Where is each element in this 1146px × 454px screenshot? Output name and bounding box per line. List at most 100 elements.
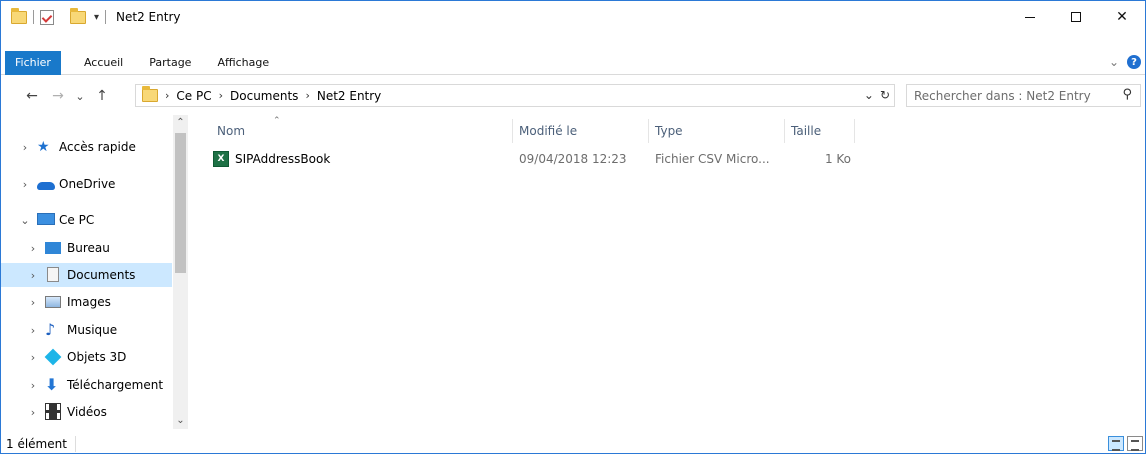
details-view-icon[interactable] <box>1108 436 1124 451</box>
column-header-nom[interactable]: ⌃ Nom <box>211 116 513 143</box>
maximize-button[interactable] <box>1053 1 1099 33</box>
sidebar-item-label: Téléchargement <box>67 378 164 392</box>
minimize-button[interactable] <box>1007 1 1053 33</box>
address-bar[interactable]: › Ce PC › Documents › Net2 Entry ⌄ ↻ <box>135 84 895 107</box>
sidebar-item-objets-3d[interactable]: › Objets 3D <box>1 345 172 369</box>
chevron-right-icon[interactable]: › <box>27 406 39 419</box>
address-actions: ⌄ ↻ <box>864 88 890 102</box>
music-icon: ♪ <box>45 320 56 339</box>
search-placeholder: Rechercher dans : Net2 Entry <box>914 88 1091 103</box>
column-header-taille[interactable]: Taille <box>785 119 855 143</box>
properties-icon[interactable] <box>40 9 54 25</box>
separator <box>33 10 34 24</box>
chevron-right-icon[interactable]: › <box>219 89 223 102</box>
ribbon-tabs: Fichier Accueil Partage Affichage ⌄ ? <box>1 50 1145 75</box>
quick-access-toolbar: ▾ Net2 Entry <box>1 1 180 33</box>
sidebar-item-ce-pc[interactable]: ⌄ Ce PC <box>1 208 172 232</box>
tab-accueil[interactable]: Accueil <box>71 56 136 69</box>
file-list: ⌃ Nom Modifié le Type Taille X SIPAddres… <box>191 115 1145 429</box>
chevron-right-icon[interactable]: › <box>27 296 39 309</box>
close-icon: ✕ <box>1116 9 1128 25</box>
tab-fichier[interactable]: Fichier <box>5 50 61 75</box>
status-bar: 1 élément <box>1 433 1145 454</box>
star-icon: ★ <box>37 139 50 155</box>
column-header-label: Type <box>655 124 683 138</box>
navigation-bar: ← → ⌄ ↑ › Ce PC › Documents › Net2 Entry… <box>1 81 1145 111</box>
breadcrumb-ce-pc[interactable]: Ce PC <box>176 89 211 103</box>
window-title: Net2 Entry <box>116 10 181 24</box>
chevron-right-icon[interactable]: › <box>305 89 309 102</box>
column-header-label: Nom <box>217 124 246 138</box>
recent-locations-button[interactable]: ⌄ <box>69 90 91 103</box>
tab-partage[interactable]: Partage <box>136 56 204 69</box>
cube-icon <box>44 348 62 366</box>
document-icon <box>45 267 61 283</box>
file-name-cell[interactable]: X SIPAddressBook <box>213 147 509 171</box>
sidebar-item-musique[interactable]: › ♪ Musique <box>1 318 172 342</box>
chevron-right-icon[interactable]: › <box>27 242 39 255</box>
sidebar-item-acces-rapide[interactable]: › ★ Accès rapide <box>1 135 172 159</box>
chevron-right-icon[interactable]: › <box>27 351 39 364</box>
up-button[interactable]: ↑ <box>91 88 113 104</box>
sidebar-item-documents[interactable]: › Documents <box>1 263 172 287</box>
refresh-icon[interactable]: ↻ <box>880 88 890 102</box>
separator <box>105 10 107 24</box>
view-switcher <box>1108 436 1143 451</box>
chevron-right-icon[interactable]: › <box>19 141 31 154</box>
item-count: 1 élément <box>6 437 67 451</box>
sidebar-item-telechargement[interactable]: › ⬇ Téléchargement <box>1 373 172 397</box>
ribbon-right: ⌄ ? <box>1109 55 1141 69</box>
sort-ascending-icon: ⌃ <box>273 116 281 126</box>
sidebar-item-label: Objets 3D <box>67 350 127 364</box>
chevron-right-icon[interactable]: › <box>165 89 169 102</box>
column-header-modifie[interactable]: Modifié le <box>513 119 649 143</box>
pictures-icon <box>45 294 61 310</box>
sidebar-item-videos[interactable]: › Vidéos <box>1 400 172 424</box>
window-controls: ✕ <box>1007 1 1145 33</box>
explorer-window: ▾ Net2 Entry ✕ Fichier Accueil Partage A… <box>0 0 1146 454</box>
forward-button[interactable]: → <box>47 88 69 104</box>
download-icon: ⬇ <box>45 375 59 394</box>
chevron-down-icon[interactable]: ⌄ <box>864 88 874 102</box>
sidebar-item-label: Bureau <box>67 241 110 255</box>
sidebar-item-bureau[interactable]: › Bureau <box>1 236 172 260</box>
chevron-down-icon[interactable]: ⌄ <box>173 413 188 429</box>
expand-ribbon-icon[interactable]: ⌄ <box>1109 55 1119 69</box>
chevron-right-icon[interactable]: › <box>27 379 39 392</box>
search-input[interactable]: Rechercher dans : Net2 Entry ⚲ <box>906 84 1141 107</box>
sidebar-item-label: Ce PC <box>59 213 95 227</box>
sidebar-item-label: OneDrive <box>59 177 116 191</box>
table-row[interactable]: X SIPAddressBook 09/04/2018 12:23 Fichie… <box>207 147 867 171</box>
chevron-right-icon[interactable]: › <box>27 324 39 337</box>
column-header-type[interactable]: Type <box>649 119 785 143</box>
computer-icon <box>37 212 55 228</box>
breadcrumb-documents[interactable]: Documents <box>230 89 298 103</box>
customize-dropdown-icon[interactable]: ▾ <box>94 12 99 23</box>
large-icons-view-icon[interactable] <box>1127 436 1143 451</box>
folder-icon <box>142 86 158 102</box>
navigation-pane: › ★ Accès rapide › OneDrive ⌄ Ce PC › Bu… <box>1 115 188 429</box>
sidebar-item-label: Vidéos <box>67 405 107 419</box>
title-bar: ▾ Net2 Entry ✕ <box>1 1 1145 33</box>
cloud-icon <box>37 176 55 192</box>
chevron-down-icon[interactable]: ⌄ <box>19 214 31 227</box>
breadcrumb-net2-entry[interactable]: Net2 Entry <box>317 89 381 103</box>
sidebar-item-images[interactable]: › Images <box>1 290 172 314</box>
back-button[interactable]: ← <box>21 88 43 104</box>
column-header-label: Modifié le <box>519 124 578 138</box>
sidebar-item-label: Documents <box>67 268 136 282</box>
chevron-right-icon[interactable]: › <box>19 178 31 191</box>
search-icon[interactable]: ⚲ <box>1122 87 1132 102</box>
chevron-right-icon[interactable]: › <box>27 269 39 282</box>
excel-csv-icon: X <box>213 151 229 167</box>
maximize-icon <box>1071 12 1081 22</box>
tab-affichage[interactable]: Affichage <box>204 56 282 69</box>
close-button[interactable]: ✕ <box>1099 1 1145 33</box>
folder-icon[interactable] <box>11 7 27 24</box>
chevron-up-icon[interactable]: ⌃ <box>173 115 188 131</box>
sidebar-item-onedrive[interactable]: › OneDrive <box>1 172 172 196</box>
scrollbar-thumb[interactable] <box>175 133 186 273</box>
help-icon[interactable]: ? <box>1127 55 1141 69</box>
navigation-scrollbar[interactable]: ⌃ ⌄ <box>173 115 188 429</box>
new-folder-icon[interactable] <box>70 7 86 24</box>
